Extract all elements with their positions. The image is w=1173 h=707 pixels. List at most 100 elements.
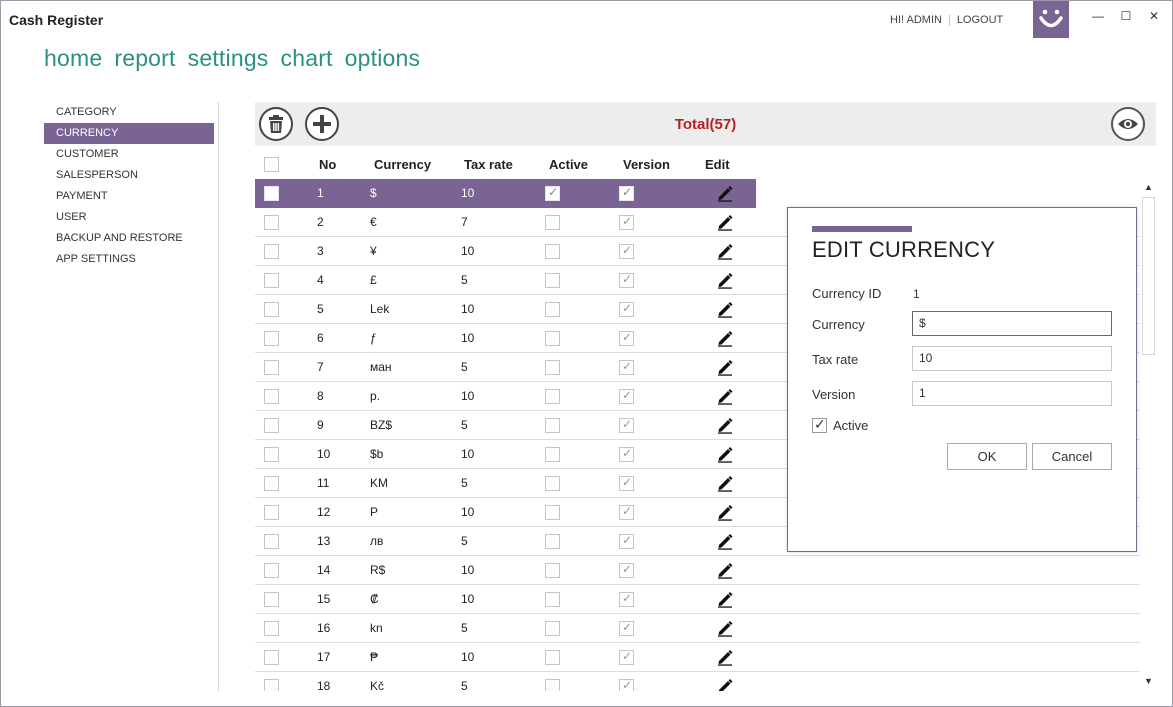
row-select-checkbox[interactable]: [264, 417, 279, 433]
row-select-checkbox[interactable]: [264, 649, 279, 665]
row-version-checkbox[interactable]: [619, 243, 634, 259]
row-active-checkbox[interactable]: [545, 678, 560, 691]
row-version-checkbox[interactable]: [619, 214, 634, 230]
maximize-button[interactable]: ☐: [1117, 7, 1135, 25]
row-select-checkbox[interactable]: [264, 185, 279, 201]
row-select-checkbox[interactable]: [264, 301, 279, 317]
row-active-checkbox[interactable]: [545, 475, 560, 491]
row-active-checkbox[interactable]: [545, 388, 560, 404]
row-select-checkbox[interactable]: [264, 562, 279, 578]
row-active-checkbox[interactable]: [545, 330, 560, 346]
table-row[interactable]: 1 $10: [255, 179, 756, 208]
active-checkbox[interactable]: Active: [812, 416, 868, 433]
row-active-checkbox[interactable]: [545, 301, 560, 317]
scroll-thumb[interactable]: [1142, 197, 1155, 355]
row-active-checkbox[interactable]: [545, 533, 560, 549]
row-active-checkbox[interactable]: [545, 214, 560, 230]
row-active-checkbox[interactable]: [545, 620, 560, 636]
logout-link[interactable]: LOGOUT: [957, 14, 1003, 26]
sidebar-item-backup-restore[interactable]: BACKUP AND RESTORE: [44, 228, 214, 249]
row-select-checkbox[interactable]: [264, 243, 279, 259]
select-all-checkbox[interactable]: [264, 157, 279, 172]
row-active-checkbox[interactable]: [545, 243, 560, 259]
row-version-checkbox[interactable]: [619, 591, 634, 607]
pencil-icon[interactable]: [716, 324, 734, 352]
row-active-checkbox[interactable]: [545, 446, 560, 462]
sidebar-item-app-settings[interactable]: APP SETTINGS: [44, 249, 214, 270]
sidebar-item-currency[interactable]: CURRENCY: [44, 123, 214, 144]
row-select-checkbox[interactable]: [264, 330, 279, 346]
nav-home[interactable]: home: [44, 45, 102, 72]
row-select-checkbox[interactable]: [264, 272, 279, 288]
sidebar-item-customer[interactable]: CUSTOMER: [44, 144, 214, 165]
row-active-checkbox[interactable]: [545, 591, 560, 607]
pencil-icon[interactable]: [716, 266, 734, 294]
pencil-icon[interactable]: [716, 179, 734, 207]
pencil-icon[interactable]: [716, 614, 734, 642]
active-checkbox-box[interactable]: [812, 416, 827, 433]
row-version-checkbox[interactable]: [619, 620, 634, 636]
table-row[interactable]: 14 R$ 10: [255, 556, 1140, 585]
pencil-icon[interactable]: [716, 411, 734, 439]
row-active-checkbox[interactable]: [545, 504, 560, 520]
row-select-checkbox[interactable]: [264, 678, 279, 691]
pencil-icon[interactable]: [716, 353, 734, 381]
row-select-checkbox[interactable]: [264, 533, 279, 549]
row-version-checkbox[interactable]: [619, 678, 634, 691]
pencil-icon[interactable]: [716, 585, 734, 613]
nav-report[interactable]: report: [114, 45, 175, 72]
row-version-checkbox[interactable]: [619, 359, 634, 375]
nav-settings[interactable]: settings: [188, 45, 269, 72]
close-button[interactable]: ✕: [1145, 7, 1163, 25]
table-row[interactable]: 16 kn 5: [255, 614, 1140, 643]
pencil-icon[interactable]: [716, 643, 734, 671]
currency-input[interactable]: $: [912, 311, 1112, 336]
row-version-checkbox[interactable]: [619, 504, 634, 520]
pencil-icon[interactable]: [716, 556, 734, 584]
row-active-checkbox[interactable]: [545, 562, 560, 578]
pencil-icon[interactable]: [716, 382, 734, 410]
row-active-checkbox[interactable]: [545, 272, 560, 288]
header-active[interactable]: Active: [549, 150, 588, 179]
nav-chart[interactable]: chart: [281, 45, 333, 72]
header-edit[interactable]: Edit: [705, 150, 730, 179]
row-version-checkbox[interactable]: [619, 301, 634, 317]
nav-options[interactable]: options: [345, 45, 421, 72]
row-select-checkbox[interactable]: [264, 359, 279, 375]
row-select-checkbox[interactable]: [264, 446, 279, 462]
tax-rate-input[interactable]: 10: [912, 346, 1112, 371]
row-select-checkbox[interactable]: [264, 620, 279, 636]
header-tax-rate[interactable]: Tax rate: [464, 150, 513, 179]
row-select-checkbox[interactable]: [264, 475, 279, 491]
scroll-up-icon[interactable]: ▲: [1140, 179, 1157, 196]
row-version-checkbox[interactable]: [619, 533, 634, 549]
pencil-icon[interactable]: [716, 672, 734, 691]
row-active-checkbox[interactable]: [545, 649, 560, 665]
view-button[interactable]: [1111, 107, 1145, 141]
pencil-icon[interactable]: [716, 295, 734, 323]
table-row[interactable]: 15 ₡ 10: [255, 585, 1140, 614]
row-version-checkbox[interactable]: [619, 562, 634, 578]
sidebar-item-salesperson[interactable]: SALESPERSON: [44, 165, 214, 186]
scroll-down-icon[interactable]: ▼: [1140, 673, 1157, 690]
sidebar-item-user[interactable]: USER: [44, 207, 214, 228]
row-version-checkbox[interactable]: [619, 388, 634, 404]
sidebar-item-payment[interactable]: PAYMENT: [44, 186, 214, 207]
pencil-icon[interactable]: [716, 208, 734, 236]
row-select-checkbox[interactable]: [264, 214, 279, 230]
pencil-icon[interactable]: [716, 498, 734, 526]
pencil-icon[interactable]: [716, 527, 734, 555]
minimize-button[interactable]: —: [1089, 7, 1107, 25]
header-no[interactable]: No: [319, 150, 336, 179]
row-version-checkbox[interactable]: [619, 475, 634, 491]
header-version[interactable]: Version: [623, 150, 670, 179]
table-row[interactable]: 18 Kč 5: [255, 672, 1140, 691]
row-select-checkbox[interactable]: [264, 388, 279, 404]
row-active-checkbox[interactable]: [545, 417, 560, 433]
row-select-checkbox[interactable]: [264, 591, 279, 607]
ok-button[interactable]: OK: [947, 443, 1027, 470]
header-currency[interactable]: Currency: [374, 150, 431, 179]
row-version-checkbox[interactable]: [619, 649, 634, 665]
row-version-checkbox[interactable]: [619, 330, 634, 346]
admin-greeting[interactable]: HI! ADMIN: [890, 14, 942, 26]
